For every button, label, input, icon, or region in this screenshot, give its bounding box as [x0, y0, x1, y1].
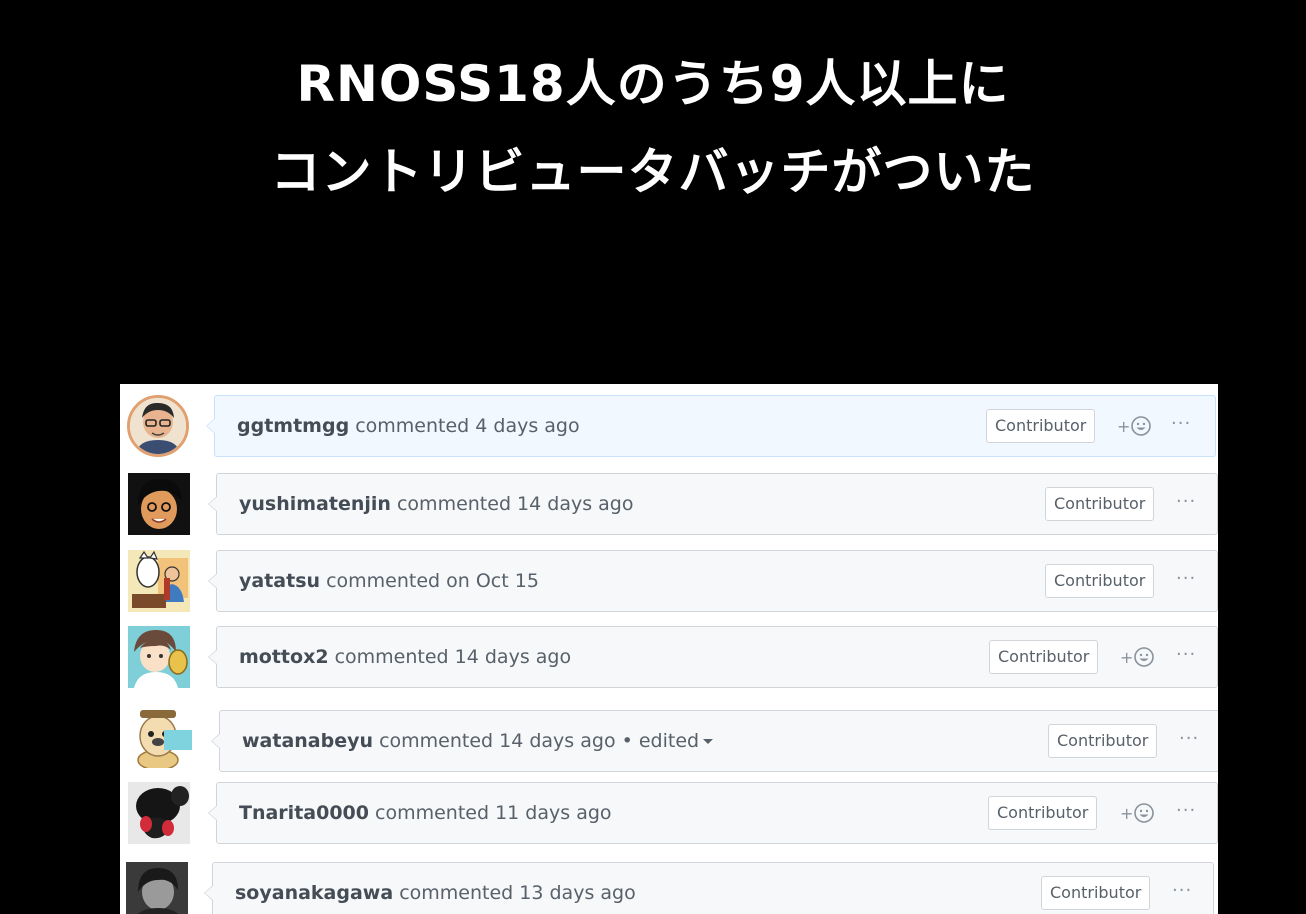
comment-header: soyanakagawa commented 13 days ago Contr… [204, 862, 1214, 914]
comment-timestamp[interactable]: commented 11 days ago [375, 802, 612, 824]
avatar-soyanakagawa[interactable] [126, 862, 188, 914]
comment-caret [206, 418, 215, 434]
smiley-icon [1134, 647, 1155, 667]
kebab-horizontal-icon[interactable]: ··· [1171, 396, 1191, 452]
kebab-horizontal-icon[interactable]: ··· [1176, 783, 1196, 839]
comment-header: yushimatenjin commented 14 days ago Cont… [208, 473, 1218, 535]
comment-caret [208, 649, 217, 665]
avatar-ggtmtmgg[interactable] [127, 395, 189, 457]
avatar-tnarita0000[interactable] [128, 782, 190, 844]
comment-caret [208, 805, 217, 821]
kebab-horizontal-icon[interactable]: ··· [1179, 711, 1199, 767]
avatar-yushimatenjin[interactable] [128, 473, 190, 535]
contributor-badge: Contributor [988, 796, 1098, 830]
comment-timestamp[interactable]: commented 13 days ago [399, 882, 636, 904]
avatar-mottox2[interactable] [128, 626, 190, 688]
comment-timestamp[interactable]: commented 14 days ago [397, 493, 634, 515]
comment-caret [208, 496, 217, 512]
contributor-badge: Contributor [1048, 724, 1158, 758]
comment-meta: mottox2 commented 14 days ago [239, 627, 571, 687]
avatar-watanabeyu[interactable] [130, 706, 192, 768]
add-reaction-button[interactable]: + [1117, 414, 1152, 438]
comment-caret [211, 733, 220, 749]
contributor-badge: Contributor [1045, 487, 1155, 521]
kebab-horizontal-icon[interactable]: ··· [1176, 474, 1196, 530]
comment-author-link[interactable]: soyanakagawa [235, 882, 393, 904]
comment-meta: Tnarita0000 commented 11 days ago [239, 783, 612, 843]
kebab-horizontal-icon[interactable]: ··· [1176, 627, 1196, 683]
github-comment-list-screenshot: ggtmtmgg commented 4 days ago Contributo… [120, 384, 1218, 914]
comment-header: yatatsu commented on Oct 15 Contributor … [208, 550, 1218, 612]
smiley-icon [1131, 416, 1152, 436]
add-reaction-button[interactable]: + [1120, 645, 1155, 669]
contributor-badge: Contributor [1045, 564, 1155, 598]
comment-header: Tnarita0000 commented 11 days ago Contri… [208, 782, 1218, 844]
comment-caret [208, 573, 217, 589]
reaction-plus: + [1117, 416, 1131, 436]
comment-timestamp[interactable]: commented 14 days ago [335, 646, 572, 668]
comment-meta: soyanakagawa commented 13 days ago [235, 863, 636, 914]
kebab-horizontal-icon[interactable]: ··· [1172, 863, 1192, 914]
contributor-badge: Contributor [1041, 876, 1151, 910]
comment-meta: yushimatenjin commented 14 days ago [239, 474, 633, 534]
comment-meta: yatatsu commented on Oct 15 [239, 551, 539, 611]
slide-title-line-2: コントリビュータバッチがついた [270, 143, 1036, 201]
avatar-yatatsu[interactable] [128, 550, 190, 612]
triangle-down-icon[interactable] [703, 739, 714, 744]
comment-timestamp[interactable]: commented on Oct 15 [326, 570, 539, 592]
reaction-plus: + [1120, 647, 1134, 667]
comment-timestamp[interactable]: commented 4 days ago [355, 415, 579, 437]
reaction-plus: + [1120, 803, 1134, 823]
comment-author-link[interactable]: watanabeyu [242, 730, 373, 752]
comment-header: watanabeyu commented 14 days ago • edite… [211, 710, 1218, 772]
comment-header: mottox2 commented 14 days ago Contributo… [208, 626, 1218, 688]
comment-author-link[interactable]: yushimatenjin [239, 493, 391, 515]
comment-header: ggtmtmgg commented 4 days ago Contributo… [206, 395, 1216, 457]
comment-author-link[interactable]: ggtmtmgg [237, 415, 349, 437]
smiley-icon [1134, 803, 1155, 823]
comment-author-link[interactable]: Tnarita0000 [239, 802, 369, 824]
comment-author-link[interactable]: mottox2 [239, 646, 329, 668]
comment-timestamp[interactable]: commented 14 days ago • edited [379, 730, 699, 752]
contributor-badge: Contributor [986, 409, 1096, 443]
comment-caret [204, 885, 213, 901]
add-reaction-button[interactable]: + [1120, 801, 1155, 825]
contributor-badge: Contributor [989, 640, 1099, 674]
slide-title-line-1: RNOSS18人のうち9人以上に [296, 55, 1010, 113]
comment-author-link[interactable]: yatatsu [239, 570, 320, 592]
kebab-horizontal-icon[interactable]: ··· [1176, 551, 1196, 607]
comment-meta: ggtmtmgg commented 4 days ago [237, 396, 580, 456]
comment-meta: watanabeyu commented 14 days ago • edite… [242, 711, 714, 771]
